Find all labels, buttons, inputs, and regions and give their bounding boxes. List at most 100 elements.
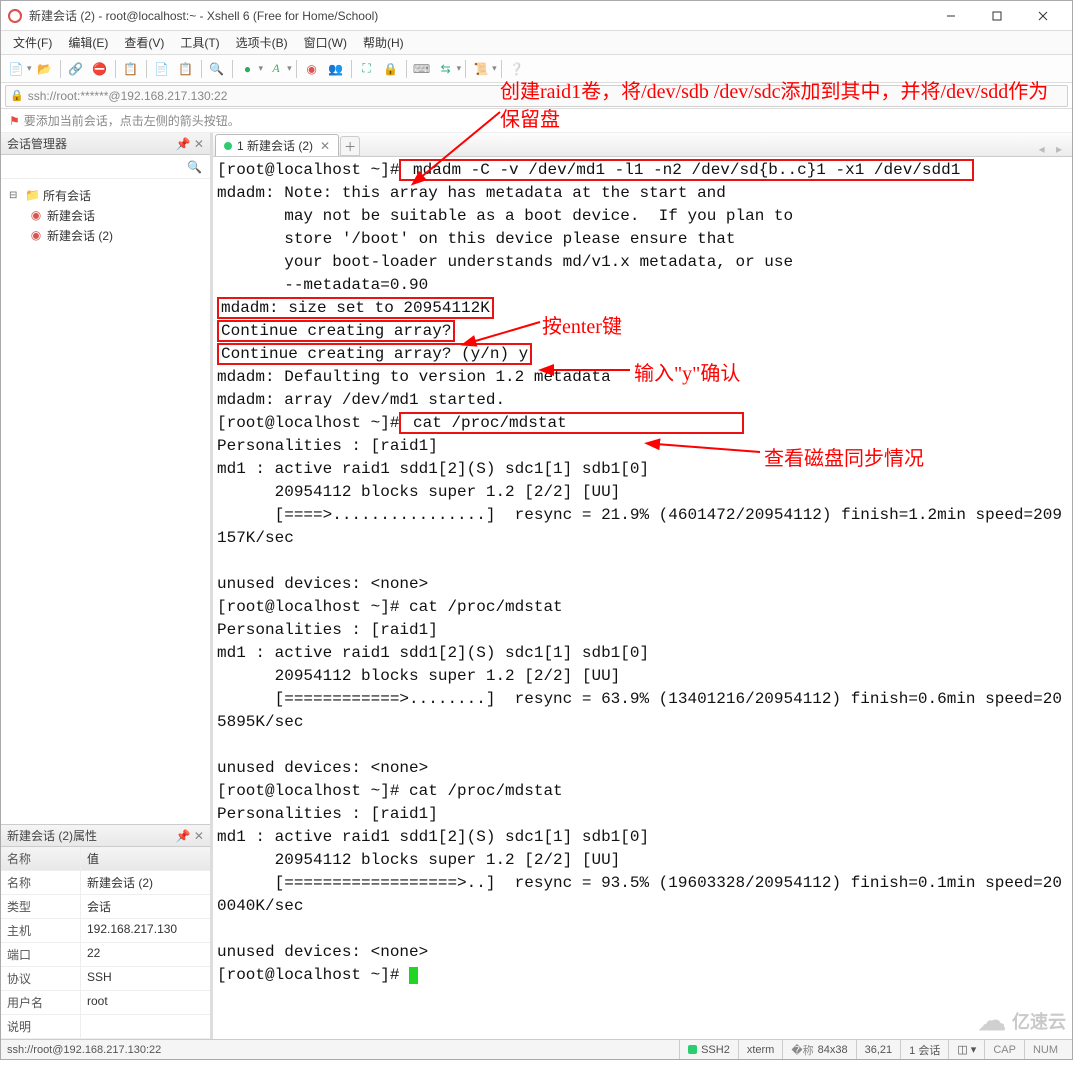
pin-icon[interactable]: 📌 ✕ xyxy=(176,137,204,151)
status-tile[interactable]: ◫ ▾ xyxy=(948,1040,984,1059)
props-key: 协议 xyxy=(1,967,81,990)
toolbar: 📄▾ 📂 🔗 ⛔ 📋 📄 📋 🔍 ●▾ A▾ ◉ 👥 ⛶ 🔒 ⌨ ⇆▾ 📜▾ ❔ xyxy=(1,55,1072,83)
status-term: xterm xyxy=(738,1040,783,1059)
session-manager-title: 会话管理器 xyxy=(7,135,67,152)
tree-item-2[interactable]: ◉ 新建会话 (2) xyxy=(5,225,206,245)
props-row: 协议SSH xyxy=(1,967,210,991)
title-bar: 新建会话 (2) - root@localhost:~ - Xshell 6 (… xyxy=(1,1,1072,31)
properties-title: 新建会话 (2)属性 xyxy=(7,827,97,844)
tab-close-icon[interactable]: ✕ xyxy=(320,139,330,153)
address-input[interactable]: 🔒 ssh://root:******@192.168.217.130:22 xyxy=(5,85,1068,107)
menu-window[interactable]: 窗口(W) xyxy=(296,32,355,53)
session-tree: ⊟ 📁 所有会话 ◉ 新建会话 ◉ 新建会话 (2) xyxy=(1,179,210,824)
lock-icon[interactable]: 🔒 xyxy=(380,58,402,80)
help-icon[interactable]: ❔ xyxy=(506,58,528,80)
props-row: 说明 xyxy=(1,1015,210,1039)
window-title: 新建会话 (2) - root@localhost:~ - Xshell 6 (… xyxy=(29,7,928,24)
menu-edit[interactable]: 编辑(E) xyxy=(60,32,116,53)
session-icon: ◉ xyxy=(29,228,43,242)
hint-bar: ⚑ 要添加当前会话，点击左侧的箭头按钮。 xyxy=(1,109,1072,133)
props-row: 名称新建会话 (2) xyxy=(1,871,210,895)
left-panel: 会话管理器 📌 ✕ 🔍 ⊟ 📁 所有会话 ◉ 新建会话 ◉ 新建会话 (2) xyxy=(1,133,213,1039)
props-val: root xyxy=(81,991,210,1014)
props-key: 主机 xyxy=(1,919,81,942)
swirl-icon[interactable]: ◉ xyxy=(301,58,323,80)
props-val: 22 xyxy=(81,943,210,966)
tree-item-1-label: 新建会话 xyxy=(47,207,95,224)
props-val xyxy=(81,1015,210,1038)
highlight-size: mdadm: size set to 20954112K xyxy=(217,297,494,319)
props-val: 192.168.217.130 xyxy=(81,919,210,942)
users-icon[interactable]: 👥 xyxy=(325,58,347,80)
open-session-icon[interactable]: 📂 xyxy=(34,58,56,80)
find-icon[interactable]: 🔍 xyxy=(206,58,228,80)
highlight-cmd1: mdadm -C -v /dev/md1 -l1 -n2 /dev/sd{b..… xyxy=(399,159,974,181)
properties-header: 新建会话 (2)属性 📌 ✕ xyxy=(1,825,210,847)
app-icon xyxy=(7,8,23,24)
connected-dot-icon xyxy=(224,142,232,150)
props-hdr-name: 名称 xyxy=(1,847,81,870)
pin-icon[interactable]: 📌 ✕ xyxy=(176,829,204,843)
terminal[interactable]: [root@localhost ~]# mdadm -C -v /dev/md1… xyxy=(213,157,1072,1039)
status-size: �称84x38 xyxy=(782,1040,855,1059)
transfer-icon[interactable]: ⇆ xyxy=(435,58,457,80)
app-window: 新建会话 (2) - root@localhost:~ - Xshell 6 (… xyxy=(0,0,1073,1060)
search-icon: 🔍 xyxy=(187,160,202,174)
session-search[interactable]: 🔍 xyxy=(1,155,210,179)
props-key: 类型 xyxy=(1,895,81,918)
props-key: 端口 xyxy=(1,943,81,966)
color-scheme-icon[interactable]: ● xyxy=(237,58,259,80)
tab-nav[interactable]: ◂ ▸ xyxy=(1039,142,1066,156)
tab-active[interactable]: 1 新建会话 (2) ✕ xyxy=(215,134,339,156)
tree-item-2-label: 新建会话 (2) xyxy=(47,227,113,244)
highlight-continue1: Continue creating array? xyxy=(217,320,455,342)
props-hdr-value: 值 xyxy=(81,847,210,870)
status-bar: ssh://root@192.168.217.130:22 SSH2 xterm… xyxy=(1,1039,1072,1059)
terminal-panel: 1 新建会话 (2) ✕ ＋ ◂ ▸ [root@localhost ~]# m… xyxy=(213,133,1072,1039)
session-icon: ◉ xyxy=(29,208,43,222)
flag-icon: ⚑ xyxy=(9,114,20,128)
copy-icon[interactable]: 📄 xyxy=(151,58,173,80)
folder-icon: 📁 xyxy=(25,188,39,202)
props-row: 类型会话 xyxy=(1,895,210,919)
close-button[interactable] xyxy=(1020,1,1066,31)
disconnect-icon[interactable]: ⛔ xyxy=(89,58,111,80)
highlight-cmd2: cat /proc/mdstat xyxy=(399,412,743,434)
menu-view[interactable]: 查看(V) xyxy=(116,32,172,53)
props-header-row: 名称 值 xyxy=(1,847,210,871)
status-sessions: 1 会话 xyxy=(900,1040,948,1059)
lock-small-icon: 🔒 xyxy=(10,89,24,102)
tree-root[interactable]: ⊟ 📁 所有会话 xyxy=(5,185,206,205)
tabs-bar: 1 新建会话 (2) ✕ ＋ ◂ ▸ xyxy=(213,133,1072,157)
terminal-cursor xyxy=(409,967,418,984)
menu-bar: 文件(F) 编辑(E) 查看(V) 工具(T) 选项卡(B) 窗口(W) 帮助(… xyxy=(1,31,1072,55)
paste-icon[interactable]: 📋 xyxy=(175,58,197,80)
menu-help[interactable]: 帮助(H) xyxy=(355,32,412,53)
collapse-icon[interactable]: ⊟ xyxy=(9,190,21,201)
session-manager-header: 会话管理器 📌 ✕ xyxy=(1,133,210,155)
menu-file[interactable]: 文件(F) xyxy=(5,32,60,53)
new-session-icon[interactable]: 📄 xyxy=(5,58,27,80)
font-icon[interactable]: A xyxy=(265,58,287,80)
props-row: 主机192.168.217.130 xyxy=(1,919,210,943)
add-tab-button[interactable]: ＋ xyxy=(340,136,360,156)
keyboard-icon[interactable]: ⌨ xyxy=(411,58,433,80)
maximize-button[interactable] xyxy=(974,1,1020,31)
fullscreen-icon[interactable]: ⛶ xyxy=(356,58,378,80)
menu-tools[interactable]: 工具(T) xyxy=(172,32,227,53)
status-num: NUM xyxy=(1024,1040,1066,1059)
tree-item-1[interactable]: ◉ 新建会话 xyxy=(5,205,206,225)
props-key: 说明 xyxy=(1,1015,81,1038)
status-ssh: SSH2 xyxy=(679,1040,738,1059)
highlight-continue2: Continue creating array? (y/n) y xyxy=(217,343,532,365)
minimize-button[interactable] xyxy=(928,1,974,31)
properties-icon[interactable]: 📋 xyxy=(120,58,142,80)
status-cap: CAP xyxy=(984,1040,1024,1059)
script-icon[interactable]: 📜 xyxy=(470,58,492,80)
status-pos: 36,21 xyxy=(856,1040,901,1059)
menu-tabs[interactable]: 选项卡(B) xyxy=(228,32,296,53)
props-val: 新建会话 (2) xyxy=(81,871,210,894)
status-connection: ssh://root@192.168.217.130:22 xyxy=(7,1044,161,1056)
reconnect-icon[interactable]: 🔗 xyxy=(65,58,87,80)
tree-root-label: 所有会话 xyxy=(43,187,91,204)
